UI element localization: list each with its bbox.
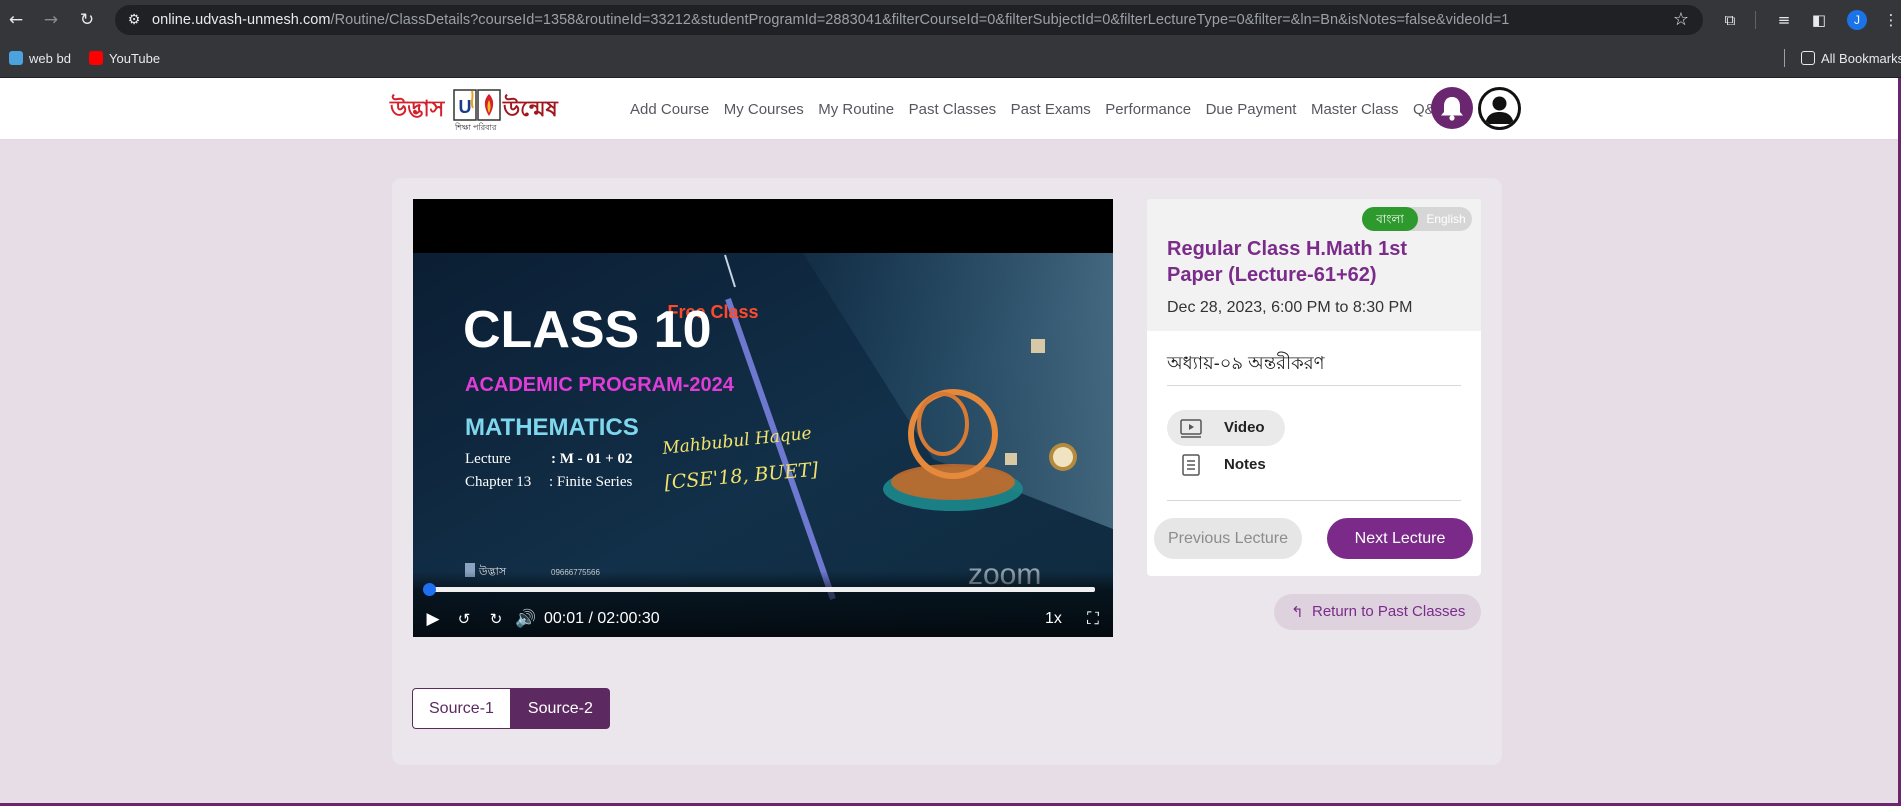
- return-arrow-icon: ↰: [1291, 603, 1304, 621]
- bookmarks-bar: web bd YouTube All Bookmarks: [0, 40, 1901, 78]
- media-controls-icon[interactable]: ≡: [1773, 9, 1795, 31]
- reload-icon[interactable]: ↻: [76, 9, 98, 31]
- address-bar[interactable]: ⚙ online.udvash-unmesh.com/Routine/Class…: [115, 5, 1703, 35]
- language-toggle[interactable]: বাংলা English: [1362, 207, 1472, 231]
- divider: [1167, 500, 1461, 501]
- notes-resource-button[interactable]: Notes: [1167, 447, 1285, 483]
- logo-udvash: উদ্ভাস: [390, 96, 445, 122]
- lecture-title: Regular Class H.Math 1st Paper (Lecture-…: [1167, 238, 1408, 286]
- video-time: 00:01 / 02:00:30: [544, 610, 660, 627]
- nav-due-payment[interactable]: Due Payment: [1206, 101, 1297, 118]
- forward-10-icon[interactable]: ↻: [483, 607, 509, 631]
- chapter-name: অধ্যায়-০৯ অন্তরীকরণ: [1167, 353, 1325, 373]
- notes-icon: [1182, 454, 1200, 476]
- bell-icon: [1441, 97, 1463, 121]
- next-lecture-button[interactable]: Next Lecture: [1327, 518, 1473, 559]
- video-icon: [1180, 419, 1202, 438]
- video-progress-bar[interactable]: [423, 583, 1095, 596]
- site-logo[interactable]: উদ্ভাস U উন্মেষ শিক্ষা পরিবার: [390, 84, 565, 134]
- playback-speed-button[interactable]: 1x: [1045, 609, 1062, 629]
- folder-icon: [1801, 51, 1815, 65]
- notification-bell-button[interactable]: [1431, 87, 1473, 129]
- lecture-header: বাংলা English Regular Class H.Math 1st P…: [1147, 199, 1481, 331]
- poster-subject: MATHEMATICS: [465, 414, 639, 441]
- url-text[interactable]: online.udvash-unmesh.com/Routine/ClassDe…: [152, 12, 1509, 28]
- svg-text:U: U: [459, 97, 472, 117]
- poster-class: CLASS 10: [463, 301, 712, 359]
- site-settings-icon[interactable]: ⚙: [125, 11, 143, 29]
- play-icon[interactable]: ▶: [421, 607, 445, 631]
- logo-mark-icon: U: [453, 89, 501, 121]
- bookmark-youtube[interactable]: YouTube: [89, 50, 160, 68]
- nav-add-course[interactable]: Add Course: [630, 101, 709, 118]
- nav-my-routine[interactable]: My Routine: [818, 101, 894, 118]
- notes-resource-label: Notes: [1224, 456, 1266, 473]
- main-nav: Add Course My Courses My Routine Past Cl…: [630, 78, 1459, 140]
- youtube-icon: [89, 51, 103, 65]
- nav-my-courses[interactable]: My Courses: [724, 101, 804, 118]
- poster-chapter-value: : Finite Series: [549, 474, 632, 490]
- logo-unmesh: উন্মেষ: [503, 96, 558, 122]
- rewind-10-icon[interactable]: ↺: [451, 607, 477, 631]
- lang-bangla-option[interactable]: বাংলা: [1362, 207, 1418, 231]
- video-controls: ▶ ↺ ↻ 🔊 00:01 / 02:00:30 1x ⛶: [413, 571, 1113, 637]
- poster-program: ACADEMIC PROGRAM-2024: [465, 374, 735, 396]
- forward-arrow-icon[interactable]: →: [40, 9, 62, 31]
- poster-chapter-label: Chapter 13: [465, 474, 531, 490]
- back-arrow-icon[interactable]: ←: [5, 9, 27, 31]
- side-panel-icon[interactable]: ◧: [1808, 9, 1830, 31]
- source-1-button[interactable]: Source-1: [412, 688, 511, 729]
- nav-past-exams[interactable]: Past Exams: [1011, 101, 1091, 118]
- bookmark-favicon-icon: [9, 51, 23, 65]
- video-progress-handle[interactable]: [423, 583, 437, 596]
- poster-lecture-label: Lecture: [465, 451, 511, 467]
- previous-lecture-button[interactable]: Previous Lecture: [1154, 518, 1302, 559]
- browser-toolbar: ← → ↻ ⚙ online.udvash-unmesh.com/Routine…: [0, 0, 1901, 40]
- all-bookmarks[interactable]: All Bookmarks: [1801, 50, 1901, 68]
- fullscreen-icon[interactable]: ⛶: [1081, 607, 1105, 631]
- video-resource-button[interactable]: Video: [1167, 410, 1285, 446]
- source-2-button[interactable]: Source-2: [510, 688, 610, 729]
- user-avatar-button[interactable]: [1478, 87, 1521, 130]
- video-resource-label: Video: [1224, 419, 1265, 436]
- bookmark-web-bd[interactable]: web bd: [9, 50, 71, 68]
- volume-icon[interactable]: 🔊: [513, 607, 539, 631]
- profile-avatar[interactable]: J: [1847, 10, 1867, 30]
- poster-lecture-value: : M - 01 + 02: [551, 451, 632, 467]
- toolbar-divider: [1755, 11, 1756, 29]
- lecture-info-panel: বাংলা English Regular Class H.Math 1st P…: [1147, 199, 1481, 576]
- extensions-icon[interactable]: ⧉: [1719, 9, 1741, 31]
- source-switcher: Source-1 Source-2: [412, 688, 610, 729]
- bookmark-star-icon[interactable]: ☆: [1671, 10, 1691, 30]
- logo-tagline: শিক্ষা পরিবার: [455, 123, 497, 132]
- site-header: উদ্ভাস U উন্মেষ শিক্ষা পরিবার Add Course…: [0, 78, 1901, 140]
- user-avatar-icon: [1485, 96, 1514, 124]
- chrome-menu-icon[interactable]: ⋮: [1880, 9, 1901, 31]
- nav-performance[interactable]: Performance: [1105, 101, 1191, 118]
- bookmarks-divider: [1784, 49, 1785, 67]
- nav-past-classes[interactable]: Past Classes: [909, 101, 997, 118]
- nav-master-class[interactable]: Master Class: [1311, 101, 1399, 118]
- return-to-past-classes-button[interactable]: ↰ Return to Past Classes: [1274, 594, 1481, 630]
- lang-english-option[interactable]: English: [1420, 207, 1472, 231]
- lecture-datetime: Dec 28, 2023, 6:00 PM to 8:30 PM: [1167, 299, 1413, 316]
- divider: [1167, 385, 1461, 386]
